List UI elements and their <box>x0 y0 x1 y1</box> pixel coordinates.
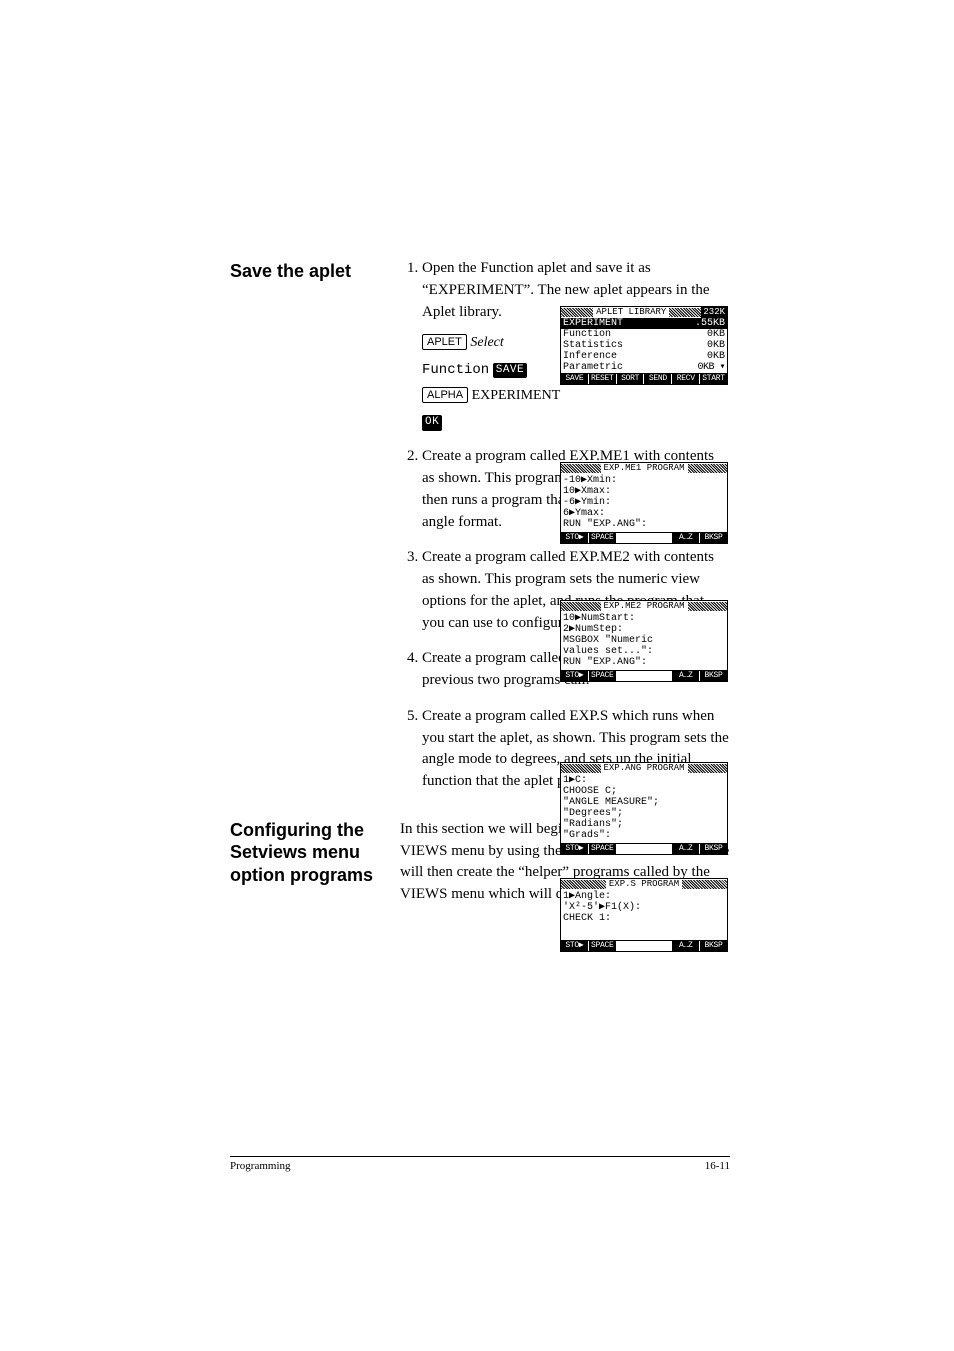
shot-s-menubar: STO▶ SPACE A…Z BKSP <box>561 940 727 951</box>
softkey[interactable]: A…Z <box>672 941 700 951</box>
softkey-ok[interactable]: OK <box>422 415 442 431</box>
softkey[interactable]: STO▶ <box>561 941 589 951</box>
softkey-blank <box>617 844 645 854</box>
lib-row-name: Inference <box>563 351 617 362</box>
softkey-blank <box>617 941 645 951</box>
lib-row-size: 0KB <box>707 329 725 340</box>
shot-lib-hl-name: EXPERIMENT <box>563 318 623 329</box>
shot-me1-menubar: STO▶ SPACE A…Z BKSP <box>561 532 727 543</box>
softkey[interactable]: SPACE <box>589 671 617 681</box>
shot-lib-hl-size: .55KB <box>695 318 725 329</box>
softkey[interactable]: SEND <box>644 374 672 384</box>
screenshot-exp-me2: EXP.ME2 PROGRAM 10▶NumStart: 2▶NumStep: … <box>560 600 728 682</box>
shot-lib-title: APLET LIBRARY <box>593 307 669 318</box>
lib-row-name: Parametric <box>563 362 623 373</box>
lib-row-size: 0KB ▾ <box>697 362 725 373</box>
softkey-blank <box>617 671 645 681</box>
softkey[interactable]: SPACE <box>589 533 617 543</box>
softkey[interactable]: BKSP <box>700 533 727 543</box>
typed-experiment: EXPERIMENT <box>472 388 561 403</box>
lib-row-name: Statistics <box>563 340 623 351</box>
screenshot-exp-me1: EXP.ME1 PROGRAM -10▶Xmin: 10▶Xmax: -6▶Ym… <box>560 462 728 544</box>
softkey-blank <box>644 533 672 543</box>
section-heading-configuring: Configuring the Setviews menu option pro… <box>230 819 380 887</box>
softkey[interactable]: START <box>700 374 727 384</box>
softkey[interactable]: SPACE <box>589 844 617 854</box>
shot-me2-title: EXP.ME2 PROGRAM <box>601 601 688 612</box>
softkey[interactable]: SPACE <box>589 941 617 951</box>
screenshot-exp-s: EXP.S PROGRAM 1▶Angle: 'X²-5'▶F1(X): CHE… <box>560 878 728 952</box>
shot-lib-menubar: SAVE RESET SORT SEND RECV START <box>561 373 727 384</box>
softkey-blank <box>617 533 645 543</box>
softkey[interactable]: STO▶ <box>561 671 589 681</box>
softkey[interactable]: STO▶ <box>561 844 589 854</box>
shot-me2-menubar: STO▶ SPACE A…Z BKSP <box>561 670 727 681</box>
key-aplet[interactable]: APLET <box>422 334 467 350</box>
shot-me1-title: EXP.ME1 PROGRAM <box>601 463 688 474</box>
softkey-save[interactable]: SAVE <box>493 363 527 379</box>
key-select-label: Select <box>470 335 503 350</box>
softkey[interactable]: A…Z <box>672 533 700 543</box>
softkey[interactable]: BKSP <box>700 941 727 951</box>
shot-me1-body: -10▶Xmin: 10▶Xmax: -6▶Ymin: 6▶Ymax: RUN … <box>561 474 727 532</box>
softkey-blank <box>644 844 672 854</box>
page-footer: Programming 16-11 <box>230 1156 730 1175</box>
softkey[interactable]: BKSP <box>700 844 727 854</box>
section-heading-save: Save the aplet <box>230 258 380 284</box>
softkey[interactable]: RECV <box>672 374 700 384</box>
shot-ang-body: 1▶C: CHOOSE C; "ANGLE MEASURE"; "Degrees… <box>561 774 727 843</box>
shot-me2-body: 10▶NumStart: 2▶NumStep: MSGBOX "Numeric … <box>561 612 727 670</box>
softkey[interactable]: SORT <box>617 374 645 384</box>
softkey[interactable]: BKSP <box>700 671 727 681</box>
key-function-word: Function <box>422 362 489 378</box>
shot-ang-title: EXP.ANG PROGRAM <box>601 763 688 774</box>
softkey-blank <box>644 941 672 951</box>
footer-left: Programming <box>230 1159 291 1175</box>
lib-row-size: 0KB <box>707 340 725 351</box>
shot-lib-rows: Function 0KB Statistics 0KB Inference 0KB P… <box>561 329 727 373</box>
screenshot-aplet-library: APLET LIBRARY 232K EXPERIMENT .55KB Func… <box>560 306 728 385</box>
shot-s-title: EXP.S PROGRAM <box>606 879 682 890</box>
shot-lib-mem: 232K <box>701 307 727 318</box>
shot-s-body: 1▶Angle: 'X²-5'▶F1(X): CHECK 1: <box>561 890 727 940</box>
lib-row-name: Function <box>563 329 611 340</box>
shot-ang-menubar: STO▶ SPACE A…Z BKSP <box>561 843 727 854</box>
softkey[interactable]: A…Z <box>672 844 700 854</box>
key-alpha[interactable]: ALPHA <box>422 387 468 403</box>
screenshot-exp-ang: EXP.ANG PROGRAM 1▶C: CHOOSE C; "ANGLE ME… <box>560 762 728 855</box>
softkey[interactable]: STO▶ <box>561 533 589 543</box>
softkey[interactable]: SAVE <box>561 374 589 384</box>
softkey[interactable]: A…Z <box>672 671 700 681</box>
footer-right: 16-11 <box>705 1159 730 1175</box>
softkey[interactable]: RESET <box>589 374 617 384</box>
softkey-blank <box>644 671 672 681</box>
lib-row-size: 0KB <box>707 351 725 362</box>
